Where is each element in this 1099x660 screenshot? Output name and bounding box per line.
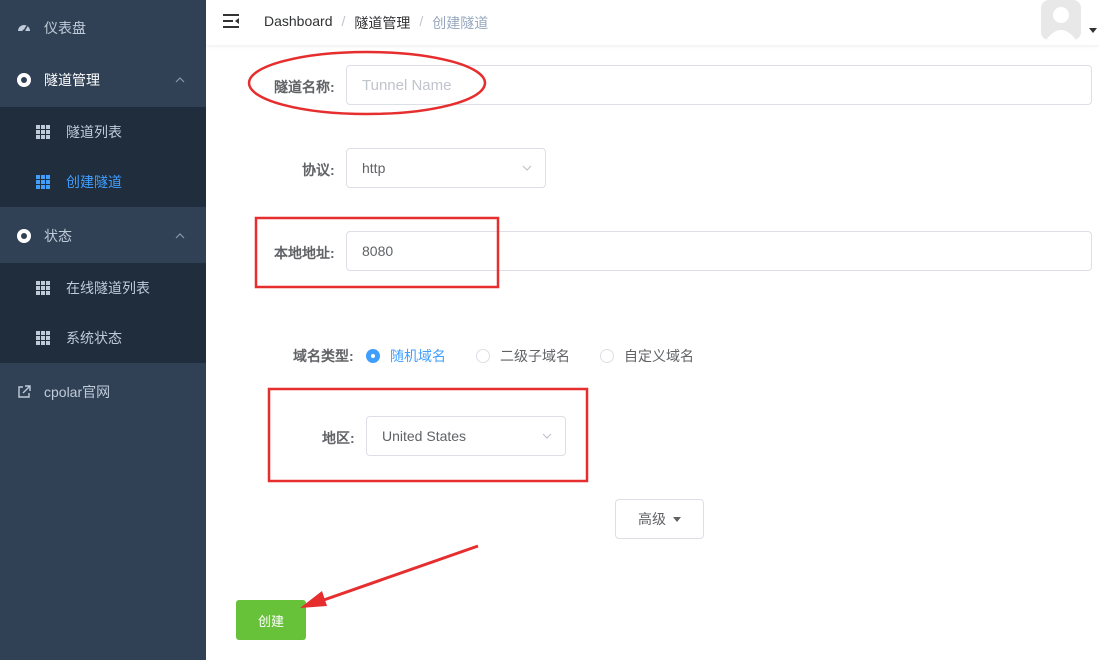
external-link-icon — [18, 385, 31, 398]
local-address-input[interactable]: 8080 — [346, 231, 1092, 271]
protocol-label: 协议: — [302, 162, 335, 178]
radio-random-domain[interactable]: 随机域名 — [366, 346, 446, 366]
sidebar-item-label: 系统状态 — [66, 330, 122, 346]
create-label: 创建 — [257, 613, 284, 629]
sidebar-item-label: 状态 — [44, 228, 72, 244]
tunnel-name-placeholder: Tunnel Name — [362, 76, 452, 94]
radio-label: 随机域名 — [390, 348, 446, 364]
local-address-label: 本地地址: — [274, 245, 335, 261]
status-icon — [17, 229, 31, 243]
sidebar-item-cpolar-website[interactable]: cpolar官网 — [0, 364, 206, 420]
radio-label: 自定义域名 — [624, 348, 694, 364]
sidebar-item-online-tunnels[interactable]: 在线隧道列表 — [0, 263, 206, 313]
radio-dot — [476, 349, 490, 363]
sidebar-item-tunnel-list[interactable]: 隧道列表 — [0, 107, 206, 157]
sidebar-item-system-status[interactable]: 系统状态 — [0, 313, 206, 363]
radio-custom-domain[interactable]: 自定义域名 — [600, 346, 694, 366]
domain-type-label: 域名类型: — [293, 348, 354, 364]
user-avatar-icon — [1041, 0, 1081, 40]
region-value: United States — [382, 428, 467, 444]
breadcrumb-separator: / — [419, 13, 424, 29]
table-icon — [36, 331, 50, 345]
sidebar-item-label: 仪表盘 — [44, 20, 86, 36]
chevron-down-icon — [522, 165, 532, 171]
avatar[interactable] — [1041, 0, 1081, 40]
sidebar-item-dashboard[interactable]: 仪表盘 — [0, 0, 206, 56]
table-icon — [36, 125, 50, 139]
region-select[interactable]: United States — [366, 416, 566, 456]
sidebar-item-create-tunnel[interactable]: 创建隧道 — [0, 157, 206, 207]
protocol-value: http — [362, 160, 386, 176]
breadcrumb-separator: / — [341, 13, 346, 29]
create-button[interactable]: 创建 — [236, 600, 306, 640]
sidebar: 仪表盘 隧道管理 隧道列表 创建隧道 状态 在线隧道列表 系统状态 cpolar… — [0, 0, 206, 660]
sidebar-item-tunnel-management[interactable]: 隧道管理 — [0, 52, 206, 108]
breadcrumb-tunnel-management[interactable]: 隧道管理 — [354, 13, 410, 33]
sidebar-item-label: cpolar官网 — [44, 384, 111, 400]
protocol-select[interactable]: http — [346, 148, 546, 188]
sidebar-item-label: 隧道管理 — [44, 72, 100, 88]
caret-down-icon[interactable] — [1089, 28, 1097, 33]
radio-subdomain[interactable]: 二级子域名 — [476, 346, 570, 366]
radio-label: 二级子域名 — [500, 348, 570, 364]
region-label: 地区: — [322, 430, 355, 446]
sidebar-item-label: 在线隧道列表 — [66, 280, 150, 296]
table-icon — [36, 175, 50, 189]
sidebar-item-status[interactable]: 状态 — [0, 208, 206, 264]
breadcrumb-dashboard[interactable]: Dashboard — [264, 13, 333, 33]
sidebar-item-label: 隧道列表 — [66, 124, 122, 140]
breadcrumb-create-tunnel: 创建隧道 — [432, 15, 489, 31]
tunnel-name-input[interactable]: Tunnel Name — [346, 65, 1092, 105]
annotation-arrow-line — [317, 544, 479, 604]
caret-down-icon — [673, 516, 681, 522]
breadcrumb: Dashboard / 隧道管理 / 创建隧道 — [264, 13, 488, 33]
tunnel-icon — [17, 73, 31, 87]
radio-dot — [600, 349, 614, 363]
local-address-value: 8080 — [362, 243, 394, 259]
dashboard-icon — [18, 25, 30, 33]
tunnel-name-label: 隧道名称: — [274, 79, 335, 95]
table-icon — [36, 281, 50, 295]
hamburger-icon[interactable] — [222, 12, 240, 30]
chevron-down-icon — [542, 433, 552, 439]
radio-dot — [366, 349, 380, 363]
chevron-up-icon — [175, 77, 185, 83]
advanced-label: 高级 — [638, 511, 666, 527]
advanced-button[interactable]: 高级 — [615, 499, 704, 539]
chevron-up-icon — [175, 233, 185, 239]
top-navbar: Dashboard / 隧道管理 / 创建隧道 — [206, 0, 1099, 45]
sidebar-item-label: 创建隧道 — [66, 174, 122, 190]
